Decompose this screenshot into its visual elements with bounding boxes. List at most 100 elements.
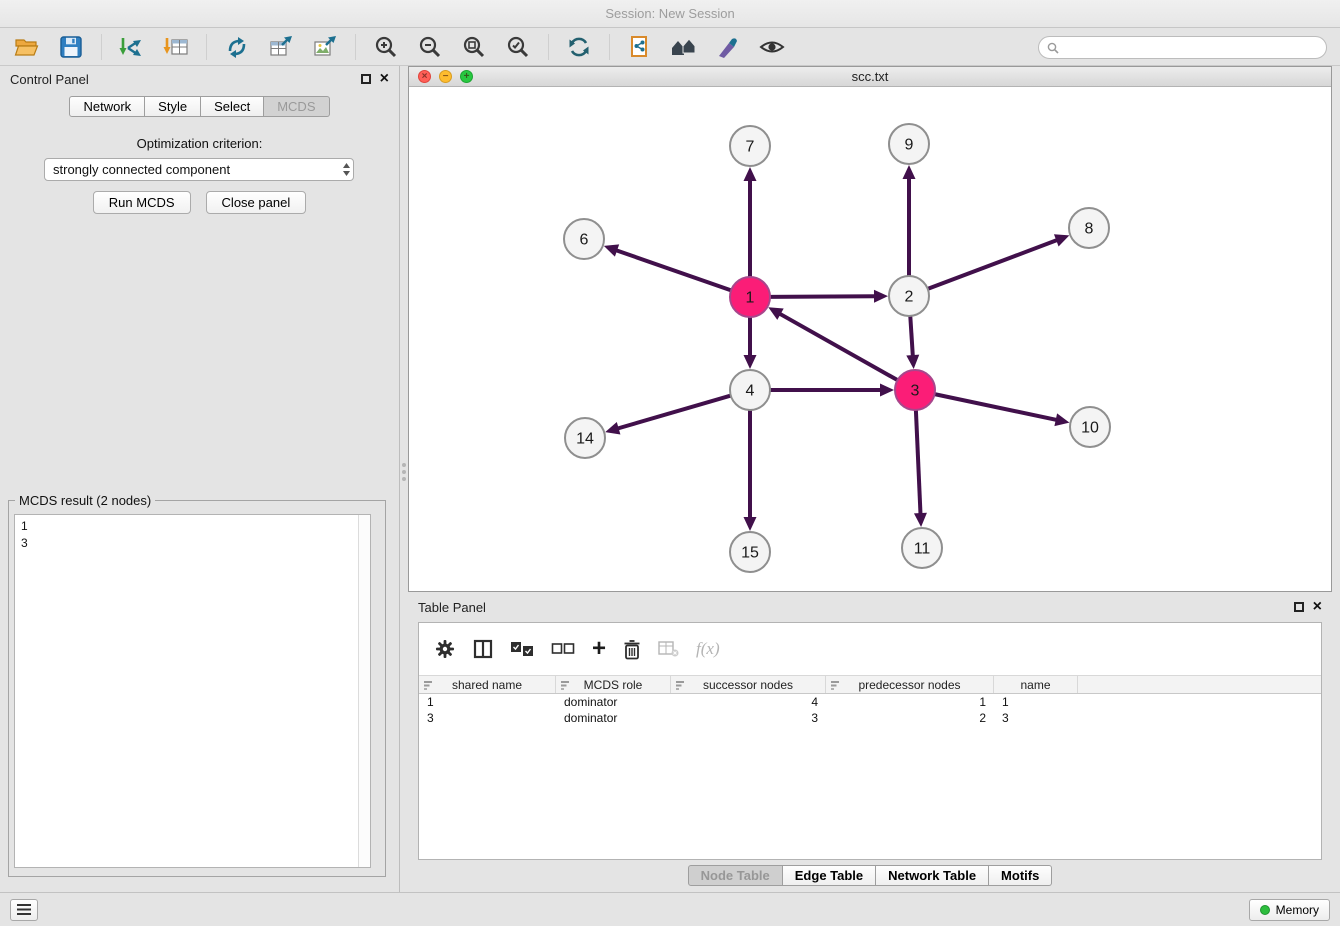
mcds-result-item[interactable]: 3	[21, 535, 370, 552]
graph-node-7[interactable]: 7	[730, 126, 770, 166]
mcds-result-list[interactable]: 1 3	[14, 514, 371, 868]
column-header-shared-name[interactable]: shared name	[419, 676, 556, 693]
graph-edge-1-2[interactable]	[770, 290, 888, 303]
cell-name[interactable]: 1	[994, 695, 1078, 709]
cell-predecessor-nodes[interactable]: 1	[826, 695, 994, 709]
delete-table-button[interactable]	[658, 641, 679, 657]
minimize-window-button[interactable]: −	[439, 70, 452, 83]
graph-edge-3-10[interactable]	[935, 394, 1070, 426]
zoom-out-button[interactable]	[411, 31, 449, 63]
cell-successor-nodes[interactable]: 4	[671, 695, 826, 709]
tab-select[interactable]: Select	[201, 96, 264, 117]
export-image-button[interactable]	[306, 31, 344, 63]
maximize-window-button[interactable]: +	[460, 70, 473, 83]
open-session-button[interactable]	[8, 31, 46, 63]
zoom-in-button[interactable]	[367, 31, 405, 63]
graph-edge-4-14[interactable]	[605, 396, 731, 435]
close-window-button[interactable]: ×	[418, 70, 431, 83]
graph-node-11[interactable]: 11	[902, 528, 942, 568]
graph-edge-4-3[interactable]	[770, 384, 894, 397]
network-graph[interactable]: 7 9 6 8 1 2 4 3 14 10 15 11	[409, 87, 1331, 591]
create-column-button[interactable]: +	[592, 639, 606, 659]
graph-edge-2-9[interactable]	[903, 165, 916, 276]
function-builder-button[interactable]: f(x)	[696, 639, 720, 659]
graph-edge-2-3[interactable]	[906, 316, 919, 369]
cell-mcds-role[interactable]: dominator	[556, 695, 671, 709]
select-all-columns-button[interactable]	[510, 641, 534, 658]
clone-network-button[interactable]	[218, 31, 256, 63]
graph-edge-1-4[interactable]	[744, 317, 757, 369]
network-window-title: scc.txt	[852, 69, 889, 84]
graph-node-1[interactable]: 1	[730, 277, 770, 317]
cell-predecessor-nodes[interactable]: 2	[826, 711, 994, 725]
cell-mcds-role[interactable]: dominator	[556, 711, 671, 725]
zoom-selected-button[interactable]	[499, 31, 537, 63]
run-mcds-button[interactable]: Run MCDS	[93, 191, 191, 214]
import-network-button[interactable]	[113, 31, 151, 63]
search-input[interactable]	[1065, 40, 1318, 55]
mcds-result-item[interactable]: 1	[21, 518, 370, 535]
graph-node-label: 4	[746, 383, 755, 400]
graph-node-4[interactable]: 4	[730, 370, 770, 410]
graph-node-10[interactable]: 10	[1070, 407, 1110, 447]
close-panel-button[interactable]: ×	[380, 73, 389, 85]
show-columns-button[interactable]	[473, 639, 493, 659]
export-table-button[interactable]	[262, 31, 300, 63]
graph-edge-1-6[interactable]	[604, 244, 731, 290]
cell-successor-nodes[interactable]: 3	[671, 711, 826, 725]
column-header-name[interactable]: name	[994, 676, 1078, 693]
close-table-panel-button[interactable]: ×	[1313, 601, 1322, 613]
toolbar-separator	[548, 34, 549, 60]
delete-column-button[interactable]	[623, 639, 641, 660]
status-menu-button[interactable]	[10, 899, 38, 921]
save-session-button[interactable]	[52, 31, 90, 63]
network-canvas[interactable]: 7 9 6 8 1 2 4 3 14 10 15 11	[409, 87, 1331, 591]
float-panel-button[interactable]	[361, 74, 371, 84]
panel-splitter-handle[interactable]	[401, 458, 407, 486]
column-header-successor-nodes[interactable]: successor nodes	[671, 676, 826, 693]
float-table-panel-button[interactable]	[1294, 602, 1304, 612]
tab-edge-table[interactable]: Edge Table	[783, 865, 876, 886]
tab-motifs[interactable]: Motifs	[989, 865, 1052, 886]
graph-node-14[interactable]: 14	[565, 418, 605, 458]
graph-edge-2-8[interactable]	[928, 234, 1070, 289]
tab-style[interactable]: Style	[145, 96, 201, 117]
graph-edge-3-1[interactable]	[768, 307, 897, 380]
style-brush-icon	[715, 35, 741, 59]
graph-edge-3-11[interactable]	[914, 410, 927, 527]
memory-button[interactable]: Memory	[1249, 899, 1330, 921]
graph-edge-4-15[interactable]	[744, 410, 757, 531]
refresh-view-button[interactable]	[560, 31, 598, 63]
graph-node-6[interactable]: 6	[564, 219, 604, 259]
home-button[interactable]	[665, 31, 703, 63]
search-box[interactable]	[1038, 36, 1327, 59]
tab-mcds[interactable]: MCDS	[264, 96, 329, 117]
table-row[interactable]: 1 dominator 4 1 1	[419, 694, 1321, 710]
import-table-button[interactable]	[157, 31, 195, 63]
graph-node-15[interactable]: 15	[730, 532, 770, 572]
result-list-scrollbar[interactable]	[358, 515, 370, 867]
show-hide-button[interactable]	[753, 31, 791, 63]
close-mcds-panel-button[interactable]: Close panel	[206, 191, 307, 214]
cell-shared-name[interactable]: 3	[419, 711, 556, 725]
column-header-mcds-role[interactable]: MCDS role	[556, 676, 671, 693]
criterion-dropdown[interactable]: strongly connected component	[44, 158, 354, 181]
zoom-fit-button[interactable]	[455, 31, 493, 63]
network-window-titlebar[interactable]: × − + scc.txt	[409, 67, 1331, 87]
cell-shared-name[interactable]: 1	[419, 695, 556, 709]
tab-node-table[interactable]: Node Table	[688, 865, 783, 886]
apply-style-button[interactable]	[709, 31, 747, 63]
copy-view-button[interactable]	[621, 31, 659, 63]
table-settings-button[interactable]	[434, 638, 456, 660]
unselect-all-columns-button[interactable]	[551, 642, 575, 656]
graph-node-8[interactable]: 8	[1069, 208, 1109, 248]
cell-name[interactable]: 3	[994, 711, 1078, 725]
graph-node-2[interactable]: 2	[889, 276, 929, 316]
graph-node-3[interactable]: 3	[895, 370, 935, 410]
tab-network-table[interactable]: Network Table	[876, 865, 989, 886]
column-header-predecessor-nodes[interactable]: predecessor nodes	[826, 676, 994, 693]
graph-node-9[interactable]: 9	[889, 124, 929, 164]
table-row[interactable]: 3 dominator 3 2 3	[419, 710, 1321, 726]
graph-edge-1-7[interactable]	[744, 167, 757, 277]
tab-network[interactable]: Network	[69, 96, 145, 117]
